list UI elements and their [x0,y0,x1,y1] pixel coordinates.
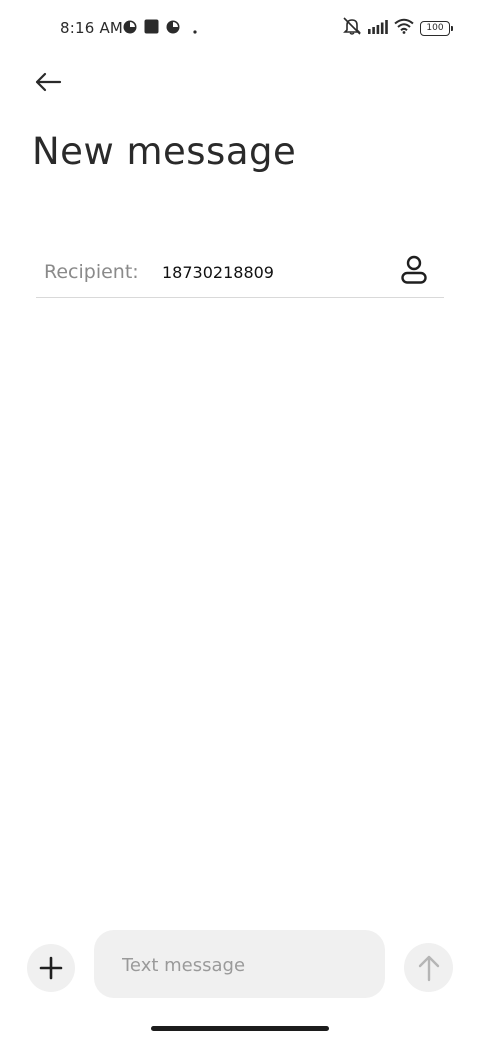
send-button[interactable] [404,943,453,992]
arrow-left-icon [35,72,62,92]
home-indicator[interactable] [151,1026,329,1031]
plus-icon [39,956,63,980]
page-title: New message [32,130,297,173]
signal-icon [368,19,388,38]
status-bar: 8:16 AM 100 [0,0,480,56]
wifi-icon [394,18,414,38]
recipient-row: Recipient: [36,246,444,298]
person-icon [401,255,427,284]
battery-icon: 100 [420,20,453,36]
attach-button[interactable] [27,944,75,992]
recipient-input[interactable] [162,258,382,286]
status-right-icons: 100 [342,17,453,39]
stop-icon [144,19,159,38]
back-button[interactable] [26,60,70,104]
recipient-label: Recipient: [44,261,139,283]
contact-picker-button[interactable] [398,254,430,286]
notification-icons [123,19,197,38]
message-input[interactable] [122,950,362,980]
new-message-screen: 8:16 AM 100 New message Recipient: 18730… [0,0,480,1040]
app-icon [123,19,137,38]
message-composer [0,928,480,1000]
dot-icon [193,19,197,38]
mute-icon [342,17,362,39]
message-box[interactable] [94,930,385,998]
arrow-up-icon [418,955,439,981]
status-time: 8:16 AM [60,19,124,37]
app-icon [166,19,180,38]
